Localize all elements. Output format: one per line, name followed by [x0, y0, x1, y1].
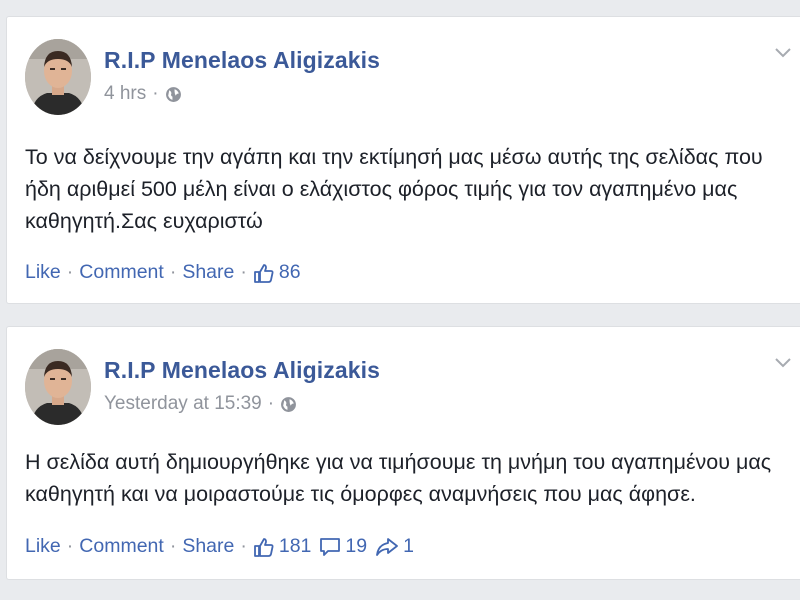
globe-icon[interactable] — [280, 396, 297, 413]
feed-post: R.I.P Menelaos Aligizakis Yesterday at 1… — [6, 326, 800, 580]
post-actions: Like · Comment · Share · 181 19 1 — [25, 535, 414, 558]
action-separator: · — [169, 535, 177, 557]
comment-bubble-icon — [320, 537, 341, 556]
action-separator: · — [240, 535, 247, 557]
thumbs-up-icon — [253, 537, 274, 557]
likes-count[interactable]: 86 — [253, 261, 301, 284]
comment-button[interactable]: Comment — [79, 535, 164, 558]
shares-count-label: 1 — [403, 535, 414, 557]
globe-icon[interactable] — [165, 86, 182, 103]
action-separator: · — [240, 261, 247, 283]
avatar-photo — [25, 349, 91, 425]
chevron-down-icon[interactable] — [774, 47, 792, 59]
thumbs-up-icon — [253, 263, 274, 283]
post-timestamp[interactable]: Yesterday at 15:39 — [104, 393, 262, 415]
post-meta: Yesterday at 15:39 · — [104, 393, 297, 415]
post-author[interactable]: R.I.P Menelaos Aligizakis — [104, 47, 380, 74]
avatar-photo — [25, 39, 91, 115]
post-actions: Like · Comment · Share · 86 — [25, 261, 301, 284]
comments-count-label: 19 — [345, 535, 368, 557]
likes-count[interactable]: 181 — [253, 535, 312, 558]
meta-separator: · — [152, 83, 159, 104]
avatar[interactable] — [25, 349, 91, 425]
news-feed: R.I.P Menelaos Aligizakis 4 hrs · Το να … — [0, 0, 800, 600]
share-button[interactable]: Share — [182, 535, 234, 558]
action-separator: · — [66, 535, 74, 557]
comments-count[interactable]: 19 — [319, 535, 367, 558]
post-timestamp[interactable]: 4 hrs — [104, 83, 146, 105]
share-button[interactable]: Share — [182, 261, 234, 284]
avatar[interactable] — [25, 39, 91, 115]
post-author[interactable]: R.I.P Menelaos Aligizakis — [104, 357, 380, 384]
chevron-down-icon[interactable] — [774, 357, 792, 369]
action-separator: · — [66, 261, 74, 283]
action-separator: · — [169, 261, 177, 283]
post-meta: 4 hrs · — [104, 83, 182, 105]
likes-count-label: 86 — [278, 261, 301, 283]
meta-separator: · — [267, 393, 275, 414]
shares-count[interactable]: 1 — [375, 535, 414, 558]
likes-count-label: 181 — [278, 535, 312, 557]
post-message: Η σελίδα αυτή δημιουργήθηκε για να τιμήσ… — [25, 450, 772, 506]
share-arrow-icon — [376, 537, 399, 556]
feed-post: R.I.P Menelaos Aligizakis 4 hrs · Το να … — [6, 16, 800, 304]
post-message: Το να δείχνουμε την αγάπη και την εκτίμη… — [25, 145, 763, 233]
like-button[interactable]: Like — [25, 535, 61, 558]
like-button[interactable]: Like — [25, 261, 61, 284]
comment-button[interactable]: Comment — [79, 261, 164, 284]
